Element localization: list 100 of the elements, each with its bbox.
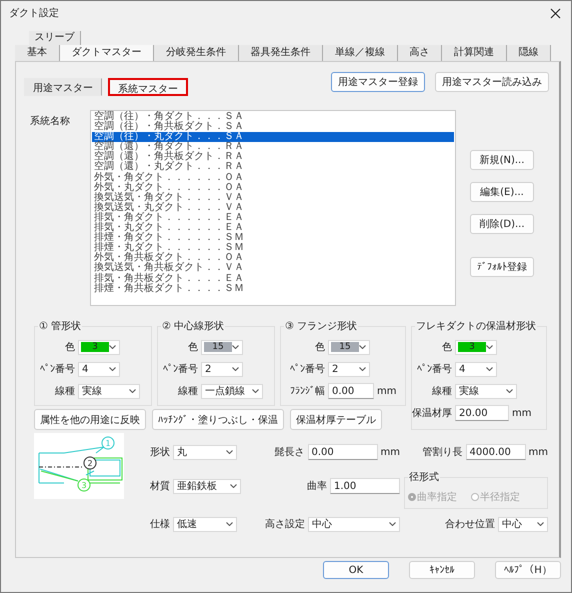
list-item[interactable]: 換気送気・丸ダクト．．．．ＶＡ <box>92 202 454 213</box>
dialog-button[interactable]: OK <box>323 561 389 579</box>
field-label: 合わせ位置 <box>445 518 495 531</box>
action-button[interactable]: 編集(E)... <box>470 182 534 202</box>
close-icon[interactable] <box>550 8 561 18</box>
dropdown[interactable]: 実線 <box>455 384 517 398</box>
tab[interactable]: 単線／複線 <box>323 45 398 61</box>
dropdown[interactable]: 亜鉛鉄板 <box>173 478 241 494</box>
field-label: 仕様 <box>149 518 170 531</box>
unit-label: mm <box>380 446 400 458</box>
caret-icon <box>230 484 237 488</box>
dialog-button[interactable]: ﾍﾙﾌﾟ（H） <box>495 561 561 579</box>
caret-icon <box>537 522 544 526</box>
caret-icon <box>109 345 116 349</box>
tab[interactable]: 分岐発生条件 <box>154 45 238 61</box>
tab[interactable]: 系統マスター <box>108 78 188 96</box>
caret-icon <box>226 450 233 454</box>
window-title: ダクト設定 <box>9 6 59 20</box>
tab[interactable]: ダクトマスター <box>60 45 154 61</box>
field-label: 保温材厚 <box>412 406 452 420</box>
group-title: ③ フランジ形状 <box>284 319 358 333</box>
list-item[interactable]: 換気送気・角ダクト．．．．ＶＡ <box>92 192 454 203</box>
field-label: ﾌﾗﾝｼﾞ幅 <box>289 384 325 398</box>
caret-icon <box>486 345 493 349</box>
dropdown[interactable]: 2 <box>201 362 243 376</box>
caret-icon <box>109 367 116 371</box>
caret-icon <box>232 367 239 371</box>
caret-icon <box>129 389 136 393</box>
list-item[interactable]: 空調（還）・丸ダクト．．．ＲＡ <box>92 162 454 173</box>
dialog-button[interactable]: ｷｬﾝｾﾙ <box>409 561 475 579</box>
dropdown[interactable]: 中心 <box>498 516 548 532</box>
color-swatch: 3 <box>81 342 109 352</box>
caret-icon <box>486 367 493 371</box>
color-swatch: 15 <box>204 342 232 352</box>
tab[interactable]: 隠線 <box>506 45 551 61</box>
caret-icon <box>252 389 259 393</box>
action-button[interactable]: 属性を他の用途に反映 <box>34 409 146 430</box>
list-item[interactable]: 外気・丸ダクト．．．．．．ＯＡ <box>92 182 454 193</box>
unit-label: mm <box>377 386 396 396</box>
color-swatch: 15 <box>331 342 359 352</box>
field-label: ﾍﾟﾝ番号 <box>416 362 452 376</box>
group-title: 径形式 <box>408 470 440 484</box>
register-button[interactable]: 用途マスター登録 <box>331 72 425 92</box>
caret-icon <box>506 389 513 393</box>
unit-label: mm <box>512 408 532 418</box>
caret-icon <box>359 367 366 371</box>
field-label: 色 <box>187 341 198 354</box>
tab[interactable]: 用途マスター <box>24 78 102 96</box>
list-item[interactable]: 空調（往）・角共板ダクト．ＳＡ <box>92 122 454 132</box>
field-label: 色 <box>314 341 325 354</box>
group-title: フレキダクトの保温材形状 <box>415 319 537 333</box>
field-label: 管割り長 <box>422 446 463 459</box>
action-button[interactable]: 保温材厚テーブル <box>290 409 382 430</box>
dropdown[interactable]: 低速 <box>173 516 237 532</box>
caret-icon <box>226 522 233 526</box>
input-field[interactable]: 0.00 <box>308 444 378 460</box>
dropdown[interactable]: 4 <box>78 362 120 376</box>
tab[interactable]: 基本 <box>15 45 60 61</box>
tab[interactable]: 器具発生条件 <box>238 45 323 61</box>
color-swatch: 3 <box>458 342 486 352</box>
dropdown[interactable]: 一点鎖線 <box>201 384 263 398</box>
dropdown[interactable]: 丸 <box>173 444 237 460</box>
dropdown[interactable]: 4 <box>455 362 497 376</box>
caret-icon <box>359 345 366 349</box>
list-item[interactable]: 排煙・角共板ダクト．．．．ＳＭ <box>92 284 454 294</box>
list-item[interactable]: 換気送気・角共板ダクト．．ＶＡ <box>92 263 454 274</box>
field-label: 髭長さ <box>274 446 305 459</box>
dropdown[interactable]: 中心 <box>308 516 400 532</box>
input-field[interactable]: 1.00 <box>330 478 400 494</box>
color-dropdown[interactable]: 3 <box>78 340 120 354</box>
field-label: 高さ設定 <box>265 518 305 531</box>
caret-icon <box>389 522 396 526</box>
dropdown[interactable]: 2 <box>328 362 370 376</box>
action-button[interactable]: 削除(D)... <box>470 214 534 234</box>
group-title: ② 中心線形状 <box>161 319 226 333</box>
action-button[interactable]: 新規(N)... <box>470 150 534 170</box>
input-field[interactable]: 4000.00 <box>466 444 526 460</box>
list-item[interactable]: 排気・角共板ダクト．．．．ＥＡ <box>92 274 454 284</box>
list-item[interactable]: 外気・角ダクト．．．．．．ＯＡ <box>92 172 454 183</box>
field-label: ﾍﾟﾝ番号 <box>289 362 325 376</box>
action-button[interactable]: ﾃﾞﾌｫﾙﾄ登録 <box>470 257 534 277</box>
input-field[interactable]: 20.00 <box>455 405 509 421</box>
field-label: 色 <box>441 341 452 354</box>
color-dropdown[interactable]: 15 <box>328 340 370 354</box>
field-label: 形状 <box>149 446 170 459</box>
group-title: ① 管形状 <box>38 319 82 333</box>
field-label: 曲率 <box>306 480 327 493</box>
field-label: 材質 <box>149 480 170 493</box>
tab[interactable]: 高さ <box>398 45 442 61</box>
field-label: ﾍﾟﾝ番号 <box>162 362 198 376</box>
register-button[interactable]: 用途マスター読み込み <box>435 72 549 92</box>
color-dropdown[interactable]: 3 <box>455 340 497 354</box>
tab[interactable]: スリーブ <box>29 31 81 45</box>
color-dropdown[interactable]: 15 <box>201 340 243 354</box>
field-label: ﾍﾟﾝ番号 <box>39 362 75 376</box>
input-field[interactable]: 0.00 <box>328 383 374 399</box>
tab[interactable]: 計算関連 <box>442 45 506 61</box>
action-button[interactable]: ﾊｯﾁﾝｸﾞ・塗りつぶし・保温 <box>152 409 284 430</box>
dropdown[interactable]: 実線 <box>78 384 140 398</box>
duct-diagram-drawing: 1 2 3 <box>34 433 124 499</box>
